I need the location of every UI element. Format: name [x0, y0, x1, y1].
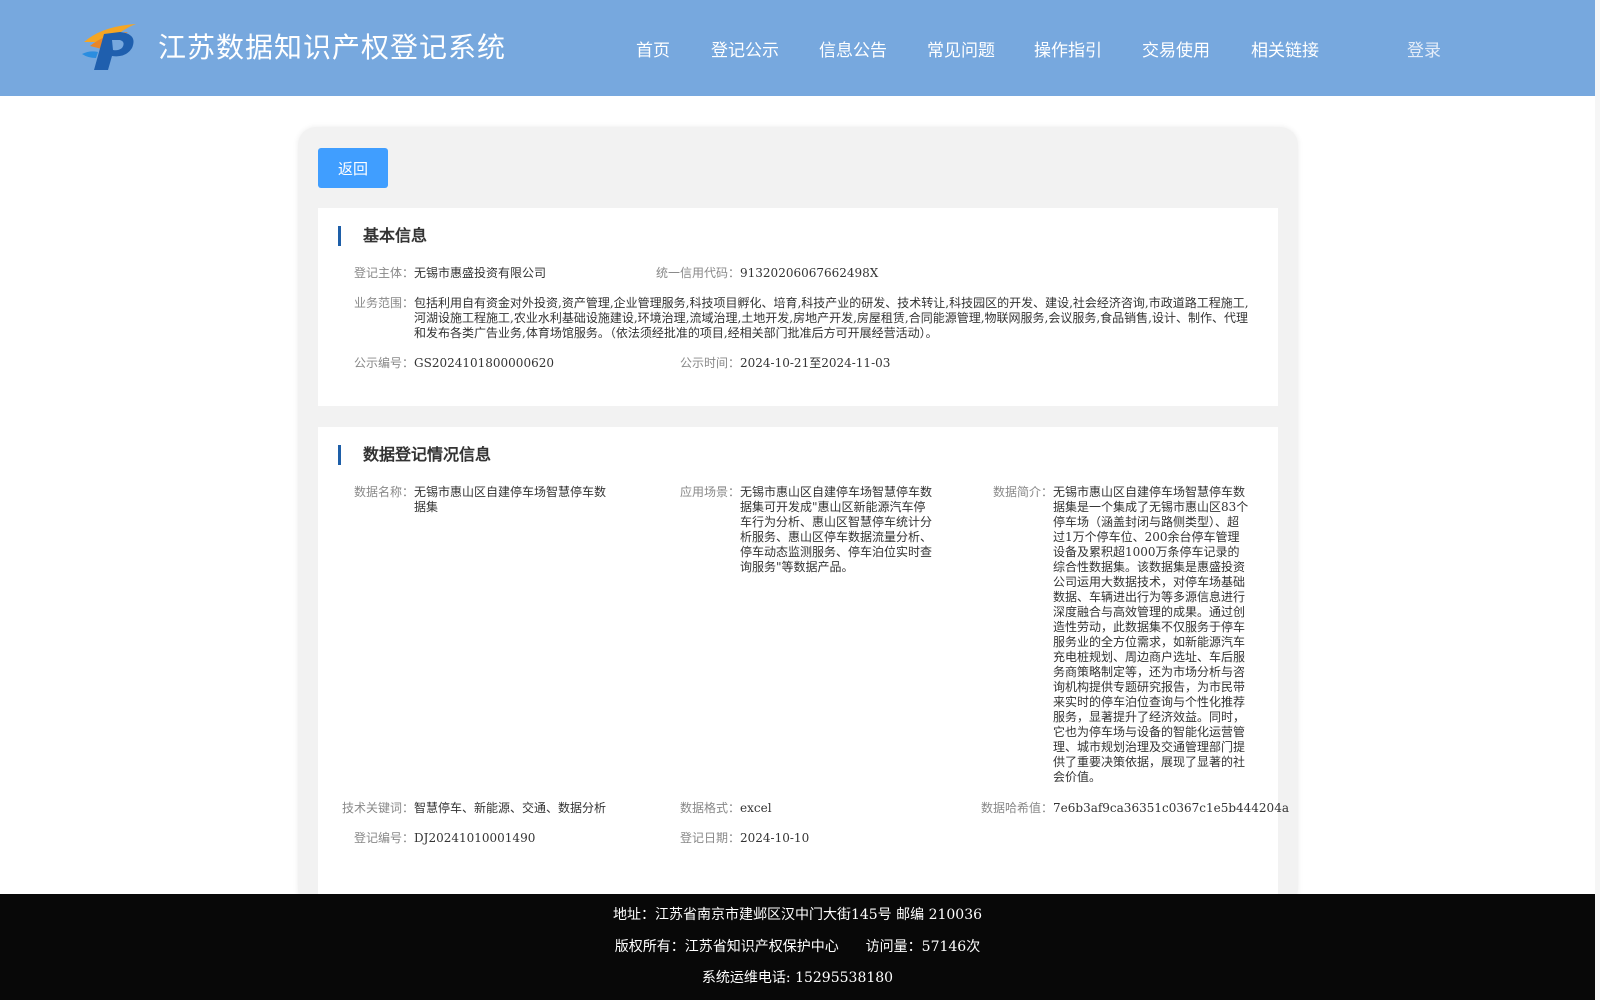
field-label: 登记编号： — [354, 831, 415, 845]
field-value: 包括利用自有资金对外投资,资产管理,企业管理服务,科技项目孵化、培育,科技产业的… — [414, 296, 1249, 340]
nav-item-announcements[interactable]: 信息公告 — [819, 36, 887, 61]
field-value: 无锡市惠山区自建停车场智慧停车数据集 — [414, 485, 607, 514]
nav-item-links[interactable]: 相关链接 — [1251, 36, 1319, 61]
field-data-format: 数据格式： excel — [680, 801, 940, 816]
field-business-scope: 业务范围： 包括利用自有资金对外投资,资产管理,企业管理服务,科技项目孵化、培育… — [354, 296, 1254, 341]
field-value: DJ20241010001490 — [414, 831, 536, 845]
field-registration-number: 登记编号： DJ20241010001490 — [354, 831, 614, 846]
field-notice-number: 公示编号： GS2024101800000620 — [354, 356, 614, 371]
field-registration-subject: 登记主体： 无锡市惠盛投资有限公司 — [354, 266, 614, 281]
field-label: 公示时间： — [680, 356, 741, 370]
field-label: 统一信用代码： — [656, 266, 741, 280]
field-value: 2024-10-10 — [740, 831, 810, 845]
page-footer: 地址：江苏省南京市建邺区汉中门大街145号 邮编 210036 版权所有：江苏省… — [0, 894, 1595, 1000]
field-value: 智慧停车、新能源、交通、数据分析 — [414, 801, 607, 815]
field-label: 技术关键词： — [342, 801, 415, 815]
field-value: 91320206067662498X — [740, 266, 879, 280]
field-tech-keywords: 技术关键词： 智慧停车、新能源、交通、数据分析 — [342, 801, 642, 816]
field-label: 登记主体： — [354, 266, 415, 280]
site-logo-icon[interactable] — [80, 20, 140, 72]
data-registration-panel: 数据登记情况信息 数据名称： 无锡市惠山区自建停车场智慧停车数据集 应用场景： … — [318, 427, 1289, 907]
field-label: 数据格式： — [680, 801, 741, 815]
field-registration-date: 登记日期： 2024-10-10 — [680, 831, 940, 846]
field-label: 登记日期： — [680, 831, 741, 845]
section-title-data-registration: 数据登记情况信息 — [338, 445, 491, 465]
field-credit-code: 统一信用代码： 91320206067662498X — [656, 266, 956, 281]
field-value: excel — [740, 801, 772, 815]
nav-item-trading[interactable]: 交易使用 — [1142, 36, 1210, 61]
field-value: 无锡市惠山区自建停车场智慧停车数据集是一个集成了无锡市惠山区83个停车场（涵盖封… — [1053, 485, 1249, 784]
field-data-name: 数据名称： 无锡市惠山区自建停车场智慧停车数据集 — [354, 485, 620, 515]
footer-visit-count: 访问量：57146次 — [865, 939, 981, 955]
field-label: 数据简介： — [993, 485, 1054, 499]
login-link[interactable]: 登录 — [1407, 36, 1441, 61]
field-value: 无锡市惠盛投资有限公司 — [414, 266, 547, 280]
field-label: 公示编号： — [354, 356, 415, 370]
field-label: 数据名称： — [354, 485, 415, 499]
nav-item-guide[interactable]: 操作指引 — [1034, 36, 1102, 61]
scrollbar[interactable] — [1595, 0, 1600, 1000]
field-label: 业务范围： — [354, 296, 415, 310]
footer-address: 地址：江苏省南京市建邺区汉中门大街145号 邮编 210036 — [612, 907, 983, 923]
footer-phone: 系统运维电话: 15295538180 — [701, 970, 894, 986]
nav-item-home[interactable]: 首页 — [636, 36, 670, 61]
footer-copyright: 版权所有：江苏省知识产权保护中心 — [614, 939, 839, 955]
field-application-scene: 应用场景： 无锡市惠山区自建停车场智慧停车数据集可开发成"惠山区新能源汽车停车行… — [680, 485, 946, 575]
field-label: 应用场景： — [680, 485, 741, 499]
nav-item-registration-notice[interactable]: 登记公示 — [711, 36, 779, 61]
field-value: GS2024101800000620 — [414, 356, 554, 370]
field-label: 数据哈希值： — [981, 801, 1054, 815]
detail-card: 返回 基本信息 登记主体： 无锡市惠盛投资有限公司 统一信用代码： 913202… — [298, 127, 1298, 907]
top-header: 江苏数据知识产权登记系统 首页 登记公示 信息公告 常见问题 操作指引 交易使用… — [0, 0, 1595, 96]
field-data-hash: 数据哈希值： 7e6b3af9ca36351c0367c1e5b444204a — [981, 801, 1289, 816]
section-title-basic-info: 基本信息 — [338, 226, 427, 246]
field-value: 无锡市惠山区自建停车场智慧停车数据集可开发成"惠山区新能源汽车停车行为分析、惠山… — [740, 485, 933, 574]
field-value: 7e6b3af9ca36351c0367c1e5b444204a — [1053, 801, 1289, 815]
field-data-intro: 数据简介： 无锡市惠山区自建停车场智慧停车数据集是一个集成了无锡市惠山区83个停… — [993, 485, 1259, 785]
footer-copyright-line: 版权所有：江苏省知识产权保护中心 访问量：57146次 — [0, 936, 1595, 956]
field-notice-time: 公示时间： 2024-10-21至2024-11-03 — [680, 356, 980, 371]
basic-info-panel: 基本信息 登记主体： 无锡市惠盛投资有限公司 统一信用代码： 913202060… — [318, 208, 1278, 406]
nav-item-faq[interactable]: 常见问题 — [927, 36, 995, 61]
field-value: 2024-10-21至2024-11-03 — [740, 356, 891, 370]
site-title: 江苏数据知识产权登记系统 — [158, 31, 507, 64]
back-button[interactable]: 返回 — [318, 148, 388, 188]
